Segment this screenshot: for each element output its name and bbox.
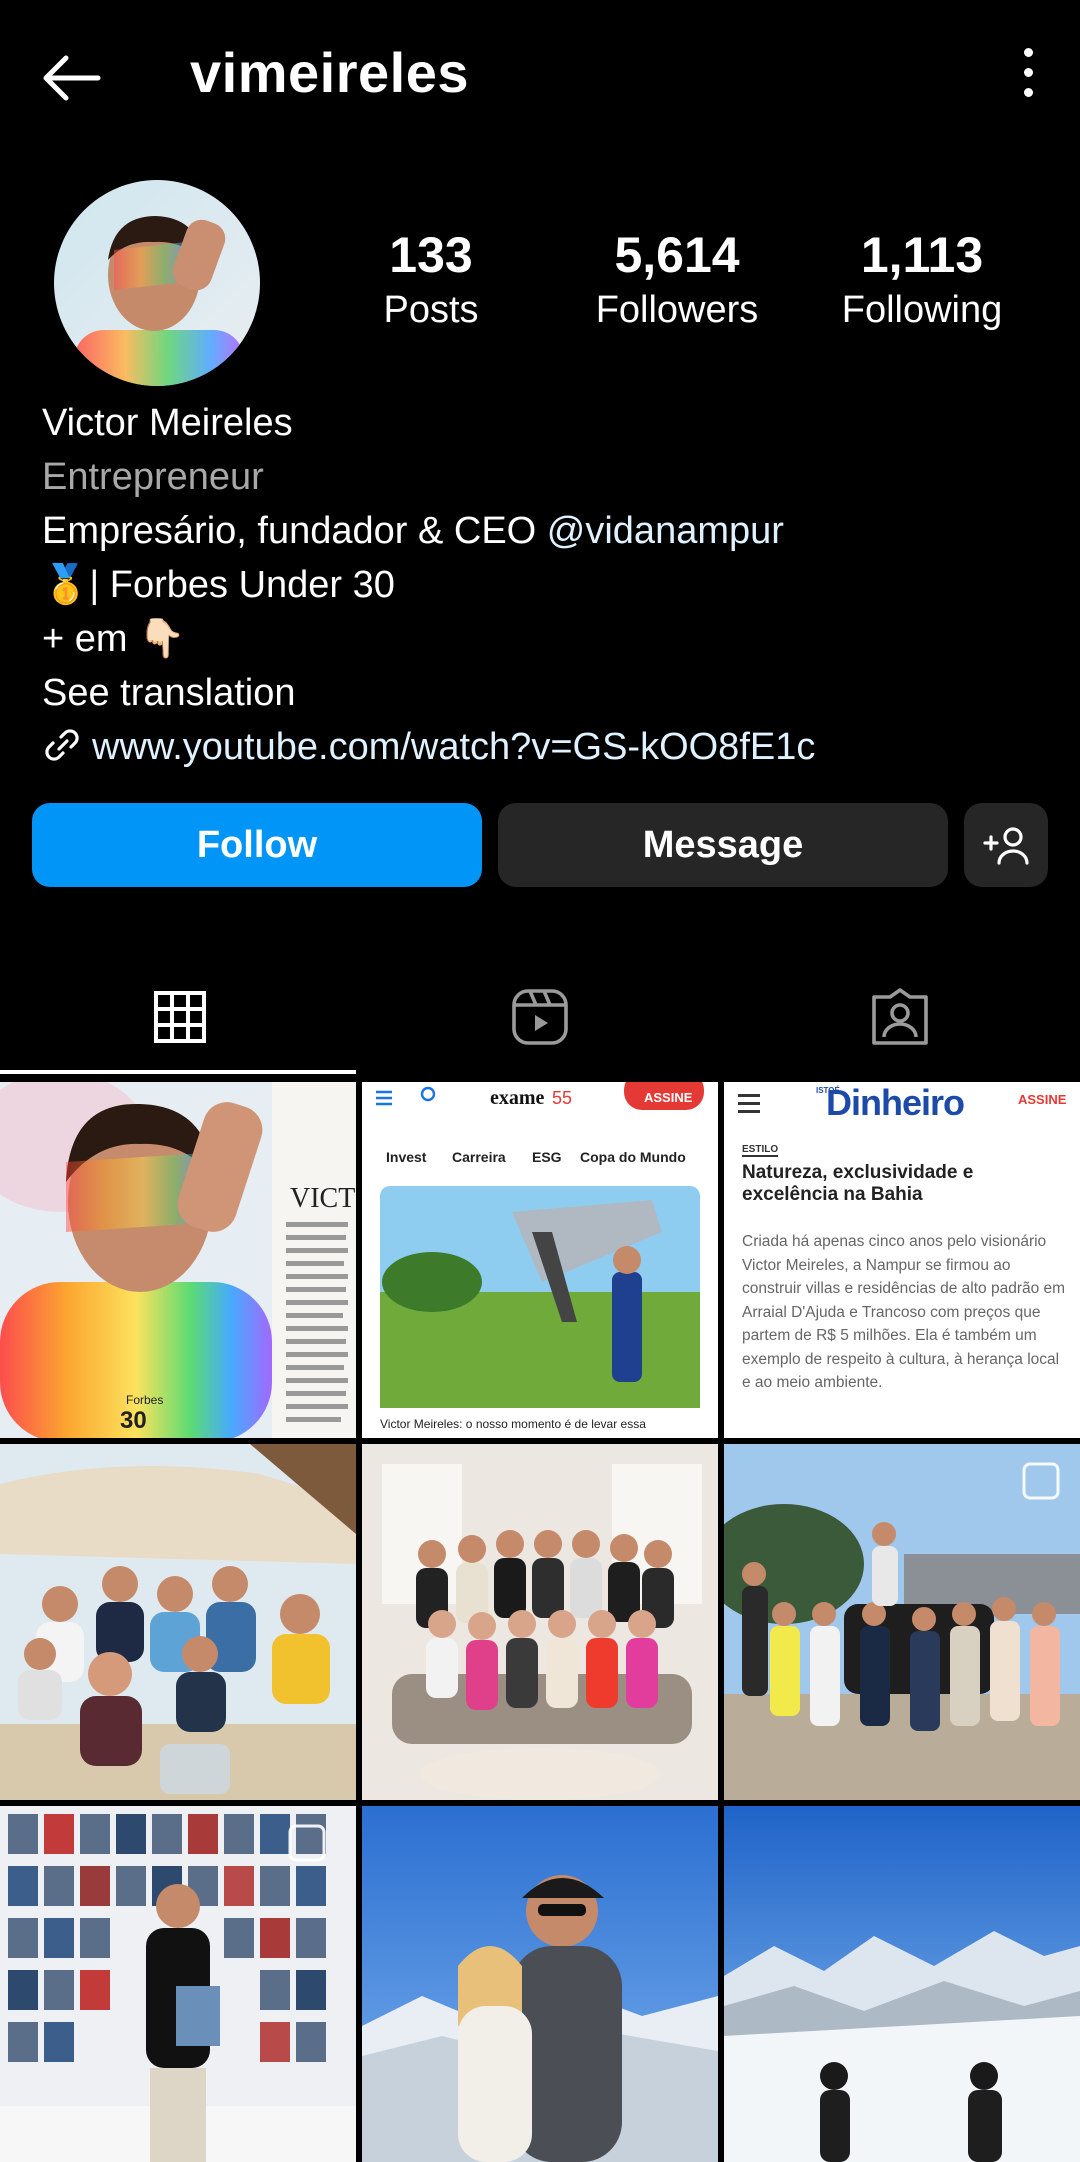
exame-nav-item: Copa do Mundo — [580, 1149, 686, 1165]
tab-posts-grid[interactable] — [0, 960, 360, 1074]
reels-icon — [512, 989, 568, 1045]
exame-logo: exame — [490, 1087, 545, 1109]
followers-stat[interactable]: 5,614 Followers — [577, 225, 777, 335]
dinheiro-section: ESTILO — [742, 1144, 779, 1157]
grid-icon — [154, 991, 206, 1043]
followers-count: 5,614 — [614, 227, 740, 283]
bio-line-3: + em 👇🏻 — [42, 612, 1042, 666]
grid-post[interactable] — [0, 1444, 356, 1800]
assine-label: ASSINE — [1018, 1092, 1067, 1107]
category-label: Entrepreneur — [42, 456, 264, 498]
grid-post[interactable] — [724, 1806, 1080, 2162]
grid-post[interactable]: ISTOÉ Dinheiro ASSINE ESTILO Natureza, e… — [724, 1082, 1080, 1438]
active-tab-indicator — [0, 1070, 356, 1074]
posts-label: Posts — [383, 289, 479, 331]
assine-label: ASSINE — [644, 1090, 693, 1105]
website-link[interactable]: www.youtube.com/watch?v=GS-kOO8fE1c — [92, 726, 815, 768]
dinheiro-headline: Natureza, exclusividade e excelência na … — [742, 1162, 974, 1205]
mention-link[interactable]: @vidanampur — [547, 510, 784, 552]
message-button[interactable]: Message — [498, 803, 948, 887]
profile-bio: Victor Meireles Entrepreneur Empresário,… — [42, 396, 1042, 774]
exame-nav-item: Invest — [386, 1149, 427, 1165]
more-vertical-icon[interactable] — [1016, 48, 1040, 100]
bio-line-2: 🥇| Forbes Under 30 — [42, 558, 1042, 612]
profile-tabs — [0, 960, 1080, 1074]
bio-line-1: Empresário, fundador & CEO @vidanampur — [42, 504, 1042, 558]
medal-emoji: 🥇 — [42, 564, 90, 606]
bio-text: Empresário, fundador & CEO — [42, 510, 547, 552]
top-bar: vimeireles — [0, 0, 1080, 150]
forbes-30: 30 — [120, 1407, 147, 1434]
grid-post[interactable] — [362, 1806, 718, 2162]
grid-post[interactable] — [362, 1444, 718, 1800]
profile-username: vimeireles — [190, 41, 469, 104]
dinheiro-body: Criada há apenas cinco anos pelo visioná… — [742, 1233, 1066, 1391]
exame-badge: 55 — [552, 1088, 572, 1108]
tab-tagged[interactable] — [720, 960, 1080, 1074]
posts-stat[interactable]: 133 Posts — [331, 225, 531, 335]
tab-reels[interactable] — [360, 960, 720, 1074]
pointing-down-emoji: 👇🏻 — [138, 618, 186, 660]
exame-nav-item: Carreira — [452, 1149, 506, 1165]
tagged-person-icon — [872, 988, 928, 1045]
following-stat[interactable]: 1,113 Following — [822, 225, 1022, 335]
see-translation-link[interactable]: See translation — [42, 666, 1042, 720]
exame-nav-item: ESG — [532, 1149, 562, 1165]
followers-label: Followers — [595, 289, 759, 331]
follow-button[interactable]: Follow — [32, 803, 482, 887]
victor-heading: VICTOR — [290, 1183, 356, 1214]
grid-post[interactable]: exame 55 ASSINE Invest Carreira ESG Copa… — [362, 1082, 718, 1438]
grid-post[interactable] — [724, 1444, 1080, 1800]
forbes-word: Forbes — [126, 1393, 163, 1407]
bio-text: + em — [42, 618, 139, 660]
display-name: Victor Meireles — [42, 402, 293, 444]
link-icon — [45, 729, 79, 761]
posts-count: 133 — [389, 227, 473, 283]
add-person-icon — [983, 827, 1029, 865]
add-person-button[interactable] — [964, 803, 1048, 887]
grid-post[interactable]: VICTOR Forbes 30 — [0, 1082, 356, 1438]
bio-text: | Forbes Under 30 — [89, 564, 395, 606]
avatar[interactable] — [54, 180, 260, 386]
following-count: 1,113 — [860, 227, 984, 283]
exame-caption: Victor Meireles: o nosso momento é de le… — [380, 1417, 646, 1431]
following-label: Following — [841, 289, 1003, 331]
bio-link-row[interactable]: www.youtube.com/watch?v=GS-kOO8fE1c — [42, 720, 1042, 774]
dinheiro-logo: Dinheiro — [826, 1082, 965, 1123]
arrow-left-icon[interactable] — [36, 42, 108, 114]
grid-post[interactable] — [0, 1806, 356, 2162]
